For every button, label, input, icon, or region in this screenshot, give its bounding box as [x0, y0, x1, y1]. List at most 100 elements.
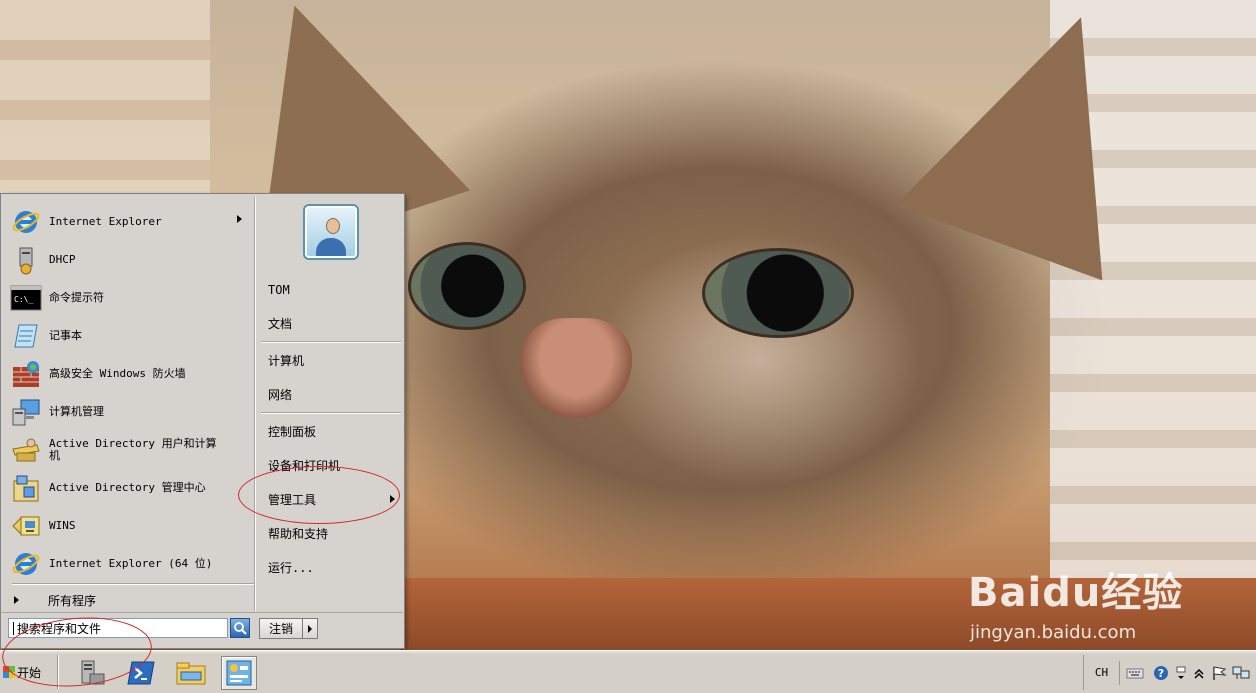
- places-separator: [261, 412, 401, 414]
- place-user-folder[interactable]: TOM: [263, 275, 399, 305]
- taskbar-powershell[interactable]: [123, 656, 159, 690]
- place-label: 管理工具: [268, 492, 317, 507]
- wins-icon: [9, 509, 43, 543]
- dhcp-icon: [9, 243, 43, 277]
- pinned-item-ad-users-computers[interactable]: Active Directory 用户和计算机: [9, 431, 254, 469]
- control-panel-icon: [226, 660, 252, 686]
- language-indicator[interactable]: CH: [1084, 660, 1120, 685]
- help-icon[interactable]: ?: [1150, 661, 1172, 685]
- keyboard-icon[interactable]: [1120, 661, 1150, 685]
- place-control-panel[interactable]: 控制面板: [263, 416, 399, 446]
- place-label: 控制面板: [268, 424, 317, 439]
- pinned-item-label: DHCP: [49, 253, 76, 266]
- ad-users-computers-icon: [9, 433, 43, 467]
- all-programs-button[interactable]: 所有程序: [12, 590, 252, 610]
- search-button[interactable]: [230, 618, 250, 638]
- cat-nose: [520, 318, 632, 418]
- cat-eye-left: [408, 242, 526, 330]
- place-label: 运行...: [268, 560, 314, 575]
- powershell-icon: [127, 661, 155, 685]
- places-separator: [261, 341, 401, 343]
- pinned-item-label: 命令提示符: [49, 291, 104, 304]
- pinned-item-label: Active Directory 管理中心: [49, 481, 206, 494]
- pane-divider: [254, 197, 256, 611]
- user-avatar-body: [316, 238, 346, 256]
- start-menu-footer: 搜索程序和文件 注销: [2, 612, 403, 648]
- options-icon[interactable]: [1172, 661, 1190, 685]
- start-menu-places: TOM 文档 计算机 网络 控制面板 设备和打印机 管理工具 帮助和支持 运行.…: [258, 197, 401, 609]
- place-devices-printers[interactable]: 设备和打印机: [263, 450, 399, 480]
- watermark-brand: Baidu经验: [968, 570, 1184, 616]
- pinned-item-notepad[interactable]: 记事本: [9, 317, 254, 355]
- user-avatar[interactable]: [303, 204, 359, 260]
- pinned-item-label: 记事本: [49, 329, 82, 342]
- watermark-url: jingyan.baidu.com: [970, 622, 1137, 643]
- pinned-item-label: Internet Explorer: [49, 215, 162, 228]
- start-label: 开始: [17, 665, 42, 680]
- pinned-item-wins[interactable]: WINS: [9, 507, 254, 545]
- search-input[interactable]: 搜索程序和文件: [8, 618, 228, 638]
- pinned-item-internet-explorer-64[interactable]: Internet Explorer (64 位): [9, 545, 254, 583]
- pinned-item-label: Active Directory 用户和计算机: [49, 437, 217, 462]
- taskbar-control-panel[interactable]: [221, 656, 257, 690]
- place-label: 计算机: [268, 353, 305, 368]
- wallpaper-blinds-left: [0, 0, 210, 200]
- start-button[interactable]: 开始: [3, 656, 49, 688]
- shutdown-options-button[interactable]: [303, 618, 318, 639]
- logoff-label: 注销: [268, 622, 293, 636]
- start-menu: Internet Explorer DHCP C:\_ 命令提示符 记事本 高级…: [0, 193, 405, 649]
- place-label: 设备和打印机: [268, 458, 341, 473]
- search-placeholder: 搜索程序和文件: [17, 621, 102, 636]
- taskbar-windows-explorer[interactable]: [173, 656, 209, 690]
- place-documents[interactable]: 文档: [263, 308, 399, 338]
- windows-logo-icon: [3, 666, 15, 678]
- cat-eye-right: [702, 248, 854, 338]
- place-network[interactable]: 网络: [263, 379, 399, 409]
- pinned-item-command-prompt[interactable]: C:\_ 命令提示符: [9, 279, 254, 317]
- place-help-support[interactable]: 帮助和支持: [263, 518, 399, 548]
- pinned-item-ad-admin-center[interactable]: Active Directory 管理中心: [9, 469, 254, 507]
- pinned-item-firewall[interactable]: 高级安全 Windows 防火墙: [9, 355, 254, 393]
- server-manager-icon: [81, 660, 105, 685]
- baidu-watermark: Baidu经验 jingyan.baidu.com: [968, 560, 1183, 643]
- place-administrative-tools[interactable]: 管理工具: [263, 484, 399, 514]
- place-label: 帮助和支持: [268, 526, 329, 541]
- chevron-right-icon: [14, 596, 19, 604]
- windows-explorer-icon: [176, 662, 206, 685]
- submenu-arrow-icon: [390, 495, 395, 503]
- place-label: 网络: [268, 387, 293, 402]
- command-prompt-icon: C:\_: [9, 281, 43, 315]
- taskbar-separator: [57, 655, 59, 689]
- ad-admin-center-icon: [9, 471, 43, 505]
- notepad-icon: [9, 319, 43, 353]
- logoff-button[interactable]: 注销: [259, 618, 303, 639]
- place-label: TOM: [268, 283, 290, 297]
- start-menu-pinned-list: Internet Explorer DHCP C:\_ 命令提示符 记事本 高级…: [4, 197, 254, 609]
- firewall-icon: [9, 357, 43, 391]
- pinned-item-label: WINS: [49, 519, 76, 532]
- pinned-item-label: 高级安全 Windows 防火墙: [49, 367, 186, 380]
- place-run[interactable]: 运行...: [263, 552, 399, 582]
- system-tray: CH ?: [1083, 655, 1256, 690]
- search-icon: [234, 622, 247, 635]
- language-label: CH: [1094, 666, 1109, 679]
- pinned-item-dhcp[interactable]: DHCP: [9, 241, 254, 279]
- show-hidden-icon[interactable]: [1190, 661, 1208, 685]
- chevron-right-icon: [308, 624, 312, 633]
- place-computer[interactable]: 计算机: [263, 345, 399, 375]
- submenu-arrow-icon: [237, 215, 242, 223]
- pinned-item-internet-explorer[interactable]: Internet Explorer: [9, 203, 254, 241]
- pinned-item-computer-management[interactable]: 计算机管理: [9, 393, 254, 431]
- all-programs-label: 所有程序: [48, 593, 97, 608]
- svg-text:?: ?: [1158, 667, 1164, 680]
- text-caret: [13, 621, 14, 635]
- action-center-flag-icon[interactable]: [1208, 661, 1230, 685]
- taskbar-server-manager[interactable]: [73, 656, 109, 690]
- computer-management-icon: [9, 395, 43, 429]
- internet-explorer-64-icon: [9, 547, 43, 581]
- svg-text:C:\_: C:\_: [14, 295, 33, 304]
- network-icon[interactable]: [1230, 661, 1252, 685]
- taskbar: 开始 CH ?: [0, 650, 1256, 693]
- pinned-item-label: 计算机管理: [49, 405, 104, 418]
- internet-explorer-icon: [9, 205, 43, 239]
